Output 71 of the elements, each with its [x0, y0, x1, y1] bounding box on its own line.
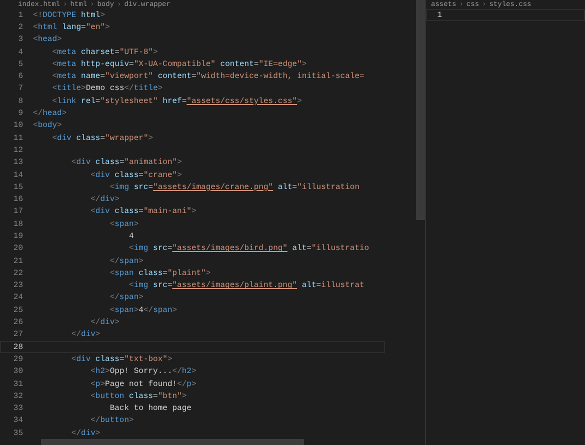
line-number: 18: [12, 220, 24, 229]
line-number: 12: [12, 146, 24, 155]
code-line: </button>: [90, 416, 134, 426]
line-number: 3: [17, 35, 24, 44]
line-number: 11: [12, 134, 24, 143]
code-line: <img src="assets/images/crane.png" alt="illustration: [108, 182, 360, 192]
line-number: 9: [17, 109, 24, 118]
line-number: 29: [12, 354, 24, 364]
line-number: 17: [12, 207, 24, 216]
code-line: <meta name="viewport" content="width=device-width, initial-scale=: [51, 72, 364, 82]
code-line: <div class="main-ani">: [90, 207, 196, 216]
code-line: <link rel="stylesheet" href="assets/css/styles.css">: [51, 96, 302, 106]
line-number: 14: [12, 170, 24, 180]
code-line: </head>: [33, 109, 67, 118]
line-number: 22: [12, 268, 24, 278]
code-line: <body>: [33, 121, 62, 130]
line-number: 25: [12, 306, 24, 315]
code-line: <html lang="en">: [33, 22, 110, 32]
code-line: <p>Page not found!</p>: [90, 380, 196, 389]
line-number: 16: [12, 195, 24, 204]
code-line: <span>4</span>: [108, 306, 178, 315]
code-line: <title>Demo css</title>: [51, 84, 163, 94]
code-line: </div>: [90, 195, 120, 204]
code-line: <div class="crane">: [90, 170, 182, 180]
code-line: <div class="animation">: [70, 158, 182, 168]
line-number: 1: [17, 10, 24, 20]
code-line: <h2>Opp! Sorry...</h2>: [90, 367, 196, 376]
line-number: 10: [12, 121, 24, 130]
code-line: <div class="txt-box">: [70, 354, 172, 364]
line-number: 4: [17, 48, 24, 57]
line-number: 35: [12, 428, 24, 438]
line-number: 2: [17, 22, 24, 32]
code-line: </div>: [90, 318, 120, 328]
code-line: <head>: [33, 35, 62, 44]
line-number: 24: [12, 293, 24, 302]
line-number: 30: [12, 367, 24, 376]
code-line: <img src="assets/images/plaint.png" alt=illustrat: [128, 281, 364, 290]
line-number: 5: [17, 60, 24, 69]
line-number: 28: [12, 342, 24, 352]
line-number: 7: [17, 84, 24, 94]
line-number: 19: [12, 232, 24, 241]
line-number: 27: [12, 330, 24, 340]
code-line: </span>: [108, 293, 144, 302]
code-line: <div class="wrapper">: [51, 134, 154, 143]
vertical-scrollbar[interactable]: [416, 0, 425, 220]
line-number: 20: [12, 244, 24, 254]
code-line: <span class="plaint">: [108, 268, 211, 278]
line-number: 26: [12, 318, 24, 328]
code-line: Back to home page: [108, 404, 192, 414]
code-line: 4: [128, 232, 134, 241]
code-line: </div>: [70, 330, 100, 340]
line-number: 15: [12, 182, 24, 192]
line-number: 21: [12, 256, 24, 266]
code-line: </span>: [108, 256, 144, 266]
line-number: 32: [12, 392, 24, 401]
code-line: <meta charset="UTF-8">: [51, 48, 158, 57]
line-number: 34: [12, 416, 24, 426]
line-number: 1: [436, 10, 443, 20]
line-number: 31: [12, 380, 24, 389]
line-number: 13: [12, 158, 24, 168]
line-number: 23: [12, 281, 24, 290]
line-number: 8: [17, 96, 24, 106]
code-line: </div>: [70, 428, 100, 438]
line-number: 6: [17, 72, 24, 82]
code-line: <!DOCTYPE html>: [33, 10, 106, 20]
line-number: 33: [12, 404, 24, 414]
code-line: <img src="assets/images/bird.png" alt="illustratio: [128, 244, 370, 254]
code-line: <span>: [108, 220, 139, 229]
horizontal-scrollbar[interactable]: [41, 439, 304, 445]
code-line: <button class="btn">: [90, 392, 187, 401]
code-line: <meta http-equiv="X-UA-Compatible" content="IE=edge">: [51, 60, 307, 69]
